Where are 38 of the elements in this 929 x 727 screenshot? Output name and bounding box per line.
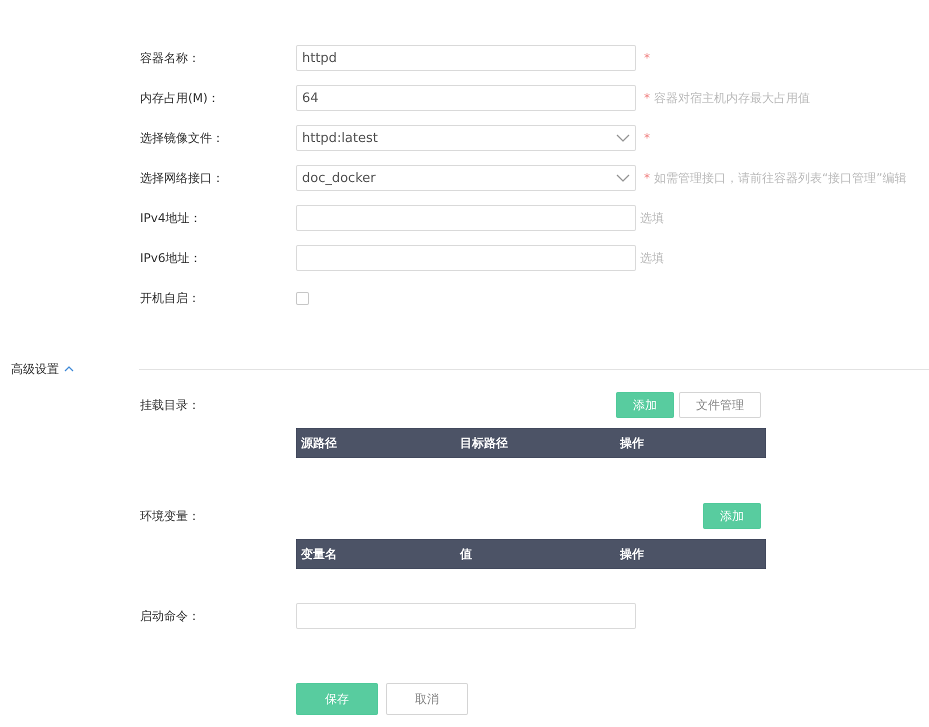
input-field[interactable] (296, 603, 636, 629)
field-label: IPv6地址： (139, 250, 203, 266)
field-label: 容器名称： (139, 50, 201, 66)
field-label: 内存占用(M)： (139, 90, 221, 106)
column-header: 操作 (618, 546, 645, 562)
field-hint: 容器对宿主机内存最大占用值 (654, 90, 810, 106)
field-label: 选择镜像文件： (139, 130, 225, 146)
advanced-settings-toggle[interactable]: 高级设置 (0, 360, 139, 378)
required-mark: * (644, 51, 650, 65)
checkbox[interactable] (296, 292, 309, 304)
required-mark: * (644, 131, 650, 145)
input-field[interactable] (296, 245, 636, 271)
field-label: 启动命令： (139, 608, 201, 624)
input-field[interactable] (296, 205, 636, 231)
field-hint: 选填 (640, 210, 664, 226)
file-manage-button[interactable]: 文件管理 (679, 392, 761, 418)
cancel-button[interactable]: 取消 (386, 683, 468, 715)
section-label: 挂载目录： (139, 396, 201, 414)
column-header: 源路径 (300, 434, 338, 452)
select-field[interactable]: httpd:latest (296, 125, 636, 151)
field-hint: 选填 (640, 250, 664, 266)
field-label: 选择网络接口： (139, 170, 225, 186)
section-label: 环境变量： (139, 508, 201, 524)
required-mark: * (644, 90, 650, 104)
required-mark: * (644, 170, 650, 184)
column-header: 值 (458, 546, 473, 562)
column-header: 变量名 (300, 546, 338, 562)
column-header: 目标路径 (459, 434, 509, 452)
field-label: IPv4地址： (139, 210, 203, 226)
input-field[interactable]: 64 (296, 85, 636, 111)
field-label: 开机自启： (139, 290, 201, 306)
dropdown-caret-icon (616, 134, 630, 142)
select-field[interactable]: doc_docker (296, 165, 636, 191)
dropdown-caret-icon (616, 174, 630, 182)
input-field[interactable]: httpd (296, 45, 636, 71)
chevron-up-icon (64, 366, 74, 372)
field-hint: 如需管理接口，请前往容器列表“接口管理”编辑 (654, 170, 906, 186)
column-header: 操作 (618, 434, 645, 452)
